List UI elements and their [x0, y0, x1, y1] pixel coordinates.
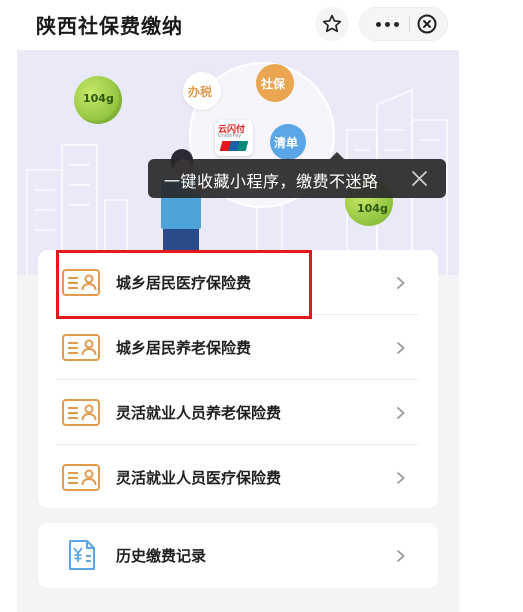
bubble-social-security: 社保: [256, 64, 294, 102]
close-icon[interactable]: [411, 170, 428, 187]
badge-label: 104g: [357, 202, 388, 215]
star-icon: [322, 14, 342, 33]
menu-item-label: 灵活就业人员医疗保险费: [116, 469, 282, 487]
payment-record-icon: [69, 540, 95, 570]
favorite-tooltip: 一键收藏小程序，缴费不迷路: [148, 152, 446, 198]
page-title: 陕西社保费缴纳: [36, 14, 183, 38]
capsule-divider: [409, 17, 410, 32]
id-card-icon: [62, 464, 100, 491]
app-sub: UnionPay: [218, 133, 242, 139]
history-card: 历史缴费记录: [38, 523, 438, 588]
history-label: 历史缴费记录: [116, 547, 207, 565]
menu-item-urban-rural-pension[interactable]: 城乡居民养老保险费: [38, 315, 438, 380]
capsule-menu: [359, 7, 448, 41]
unionpay-app-icon: 云闪付 UnionPay: [215, 120, 253, 156]
close-circle-icon[interactable]: [417, 14, 437, 34]
chevron-right-icon: [396, 341, 405, 355]
more-icon[interactable]: [370, 8, 404, 40]
chevron-right-icon: [396, 471, 405, 485]
menu-item-flexible-medical[interactable]: 灵活就业人员医疗保险费: [38, 445, 438, 510]
chevron-right-icon: [396, 549, 405, 563]
menu-item-label: 城乡居民养老保险费: [116, 339, 252, 357]
top-bar: 陕西社保费缴纳: [17, 0, 459, 50]
menu-item-label: 灵活就业人员养老保险费: [116, 404, 282, 422]
favorite-button[interactable]: [315, 7, 349, 41]
badge-104g-left: 104g: [74, 76, 122, 124]
menu-item-payment-history[interactable]: 历史缴费记录: [38, 523, 438, 588]
mini-program-window: 陕西社保费缴纳 104g 104g 办税 社保 清单 云闪付 UnionPay …: [17, 0, 459, 612]
highlight-box: [56, 250, 312, 319]
id-card-icon: [62, 334, 100, 361]
chevron-right-icon: [396, 406, 405, 420]
bubble-tax: 办税: [183, 72, 221, 110]
bubble-label: 社保: [261, 77, 286, 91]
bubble-label: 清单: [274, 136, 299, 150]
menu-item-flexible-pension[interactable]: 灵活就业人员养老保险费: [38, 380, 438, 445]
id-card-icon: [62, 399, 100, 426]
badge-label: 104g: [83, 92, 114, 105]
chevron-right-icon: [396, 276, 405, 290]
bubble-label: 办税: [188, 85, 213, 99]
tooltip-text: 一键收藏小程序，缴费不迷路: [164, 172, 379, 191]
bubble-list: 清单: [270, 124, 306, 160]
